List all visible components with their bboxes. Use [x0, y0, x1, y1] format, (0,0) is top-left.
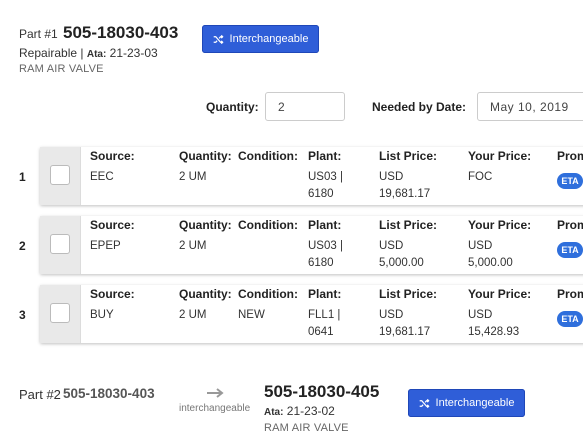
row-index: 3 — [19, 308, 26, 322]
your-price-value: FOC — [468, 169, 492, 186]
quantity-header: Quantity: — [179, 218, 232, 232]
part2-number: 505-18030-403 — [63, 386, 155, 401]
your-price-currency: USD — [468, 240, 493, 252]
plant-number: 0641 — [308, 326, 334, 338]
list-price-amount: 19,681.17 — [379, 188, 431, 200]
row-index: 1 — [19, 170, 26, 184]
part2-prefix: Part #2 — [19, 387, 61, 402]
plant-value: FLL1 | 0641 — [308, 307, 340, 341]
plant-header: Plant: — [308, 149, 342, 163]
your-price-header: Your Price: — [468, 149, 532, 163]
row-index: 2 — [19, 239, 26, 253]
source-header: Source: — [90, 149, 135, 163]
condition-header: Condition: — [238, 218, 298, 232]
part1-ata-label: Ata: — [86, 49, 107, 60]
eta-badge[interactable]: ETA — [557, 311, 583, 327]
list-price-currency: USD — [379, 171, 404, 183]
part2-ata-label: Ata: — [264, 407, 284, 418]
plant-value: US03 | 6180 — [308, 169, 343, 203]
shuffle-icon — [419, 398, 430, 408]
source-header: Source: — [90, 218, 135, 232]
plant-code: US03 | — [308, 240, 343, 252]
part1-ata-value: 21-23-03 — [109, 46, 158, 60]
part1-status: Repairable — [19, 46, 78, 60]
list-price-header: List Price: — [379, 287, 438, 301]
row-select-area — [40, 285, 81, 343]
list-price-value: USD 5,000.00 — [379, 238, 424, 272]
plant-header: Plant: — [308, 287, 342, 301]
quantity-value: 2 UM — [179, 309, 207, 321]
eta-badge[interactable]: ETA — [557, 173, 583, 189]
quantity-header: Quantity: — [179, 287, 232, 301]
plant-code: US03 | — [308, 171, 343, 183]
source-row: Source: EPEP Quantity: 2 UM Condition: Pla… — [40, 216, 583, 274]
part2-alt-number: 505-18030-405 — [264, 382, 380, 401]
your-price-header: Your Price: — [468, 218, 532, 232]
row-checkbox[interactable] — [50, 303, 70, 323]
row-select-area — [40, 147, 81, 205]
your-price-amount: 15,428.93 — [468, 326, 520, 338]
quantity-input[interactable]: 2 — [265, 92, 345, 121]
condition-value: NEW — [238, 309, 265, 321]
your-price-value: USD 5,000.00 — [468, 238, 513, 272]
list-price-header: List Price: — [379, 149, 438, 163]
your-price-currency: USD — [468, 309, 493, 321]
row-checkbox[interactable] — [50, 234, 70, 254]
interchangeable-caption: interchangeable — [179, 403, 251, 414]
source-value: BUY — [90, 309, 114, 321]
part2-ata-line: Ata: 21-23-02 — [264, 404, 335, 418]
quantity-value: 2 UM — [179, 240, 207, 252]
eta-badge[interactable]: ETA — [557, 242, 583, 258]
list-price-amount: 5,000.00 — [379, 257, 424, 269]
list-price-value: USD 19,681.17 — [379, 169, 430, 203]
source-value: EPEP — [90, 240, 121, 252]
needed-by-date-label: Needed by Date: — [372, 100, 467, 114]
interchangeable-button[interactable]: Interchangeable — [202, 25, 319, 53]
list-price-header: List Price: — [379, 218, 438, 232]
condition-header: Condition: — [238, 149, 298, 163]
row-select-area — [40, 216, 81, 274]
plant-code: FLL1 | — [308, 309, 341, 321]
part2-description: RAM AIR VALVE — [264, 422, 349, 434]
promise-header: Prom — [557, 287, 583, 301]
source-row: Source: BUY Quantity: 2 UM Condition: NEW P… — [40, 285, 583, 343]
arrow-right-icon — [205, 386, 227, 400]
list-price-currency: USD — [379, 309, 404, 321]
your-price-header: Your Price: — [468, 287, 532, 301]
condition-header: Condition: — [238, 287, 298, 301]
part1-number: 505-18030-403 — [63, 23, 179, 42]
quantity-label: Quantity: — [206, 100, 259, 114]
your-price-currency: FOC — [468, 171, 493, 183]
part1-description: RAM AIR VALVE — [19, 63, 104, 75]
list-price-currency: USD — [379, 240, 404, 252]
plant-number: 6180 — [308, 257, 334, 269]
interchangeable-button-label: Interchangeable — [229, 33, 309, 45]
source-value: EEC — [90, 171, 114, 183]
plant-header: Plant: — [308, 218, 342, 232]
promise-header: Prom — [557, 149, 583, 163]
shuffle-icon — [213, 34, 224, 44]
needed-by-date-input[interactable]: May 10, 2019 — [477, 92, 583, 121]
plant-value: US03 | 6180 — [308, 238, 343, 272]
part1-status-line: Repairable | Ata: 21-23-03 — [19, 46, 158, 60]
source-header: Source: — [90, 287, 135, 301]
quantity-header: Quantity: — [179, 149, 232, 163]
part2-ata-value: 21-23-02 — [286, 404, 335, 418]
interchangeable-button-label: Interchangeable — [435, 397, 515, 409]
promise-header: Prom — [557, 218, 583, 232]
row-checkbox[interactable] — [50, 165, 70, 185]
your-price-value: USD 15,428.93 — [468, 307, 519, 341]
your-price-amount: 5,000.00 — [468, 257, 513, 269]
list-price-amount: 19,681.17 — [379, 326, 431, 338]
part1-prefix: Part #1 — [19, 27, 58, 41]
source-row: Source: EEC Quantity: 2 UM Condition: Plan… — [40, 147, 583, 205]
interchangeable-button[interactable]: Interchangeable — [408, 389, 525, 417]
list-price-value: USD 19,681.17 — [379, 307, 430, 341]
quantity-value: 2 UM — [179, 171, 207, 183]
plant-number: 6180 — [308, 188, 334, 200]
